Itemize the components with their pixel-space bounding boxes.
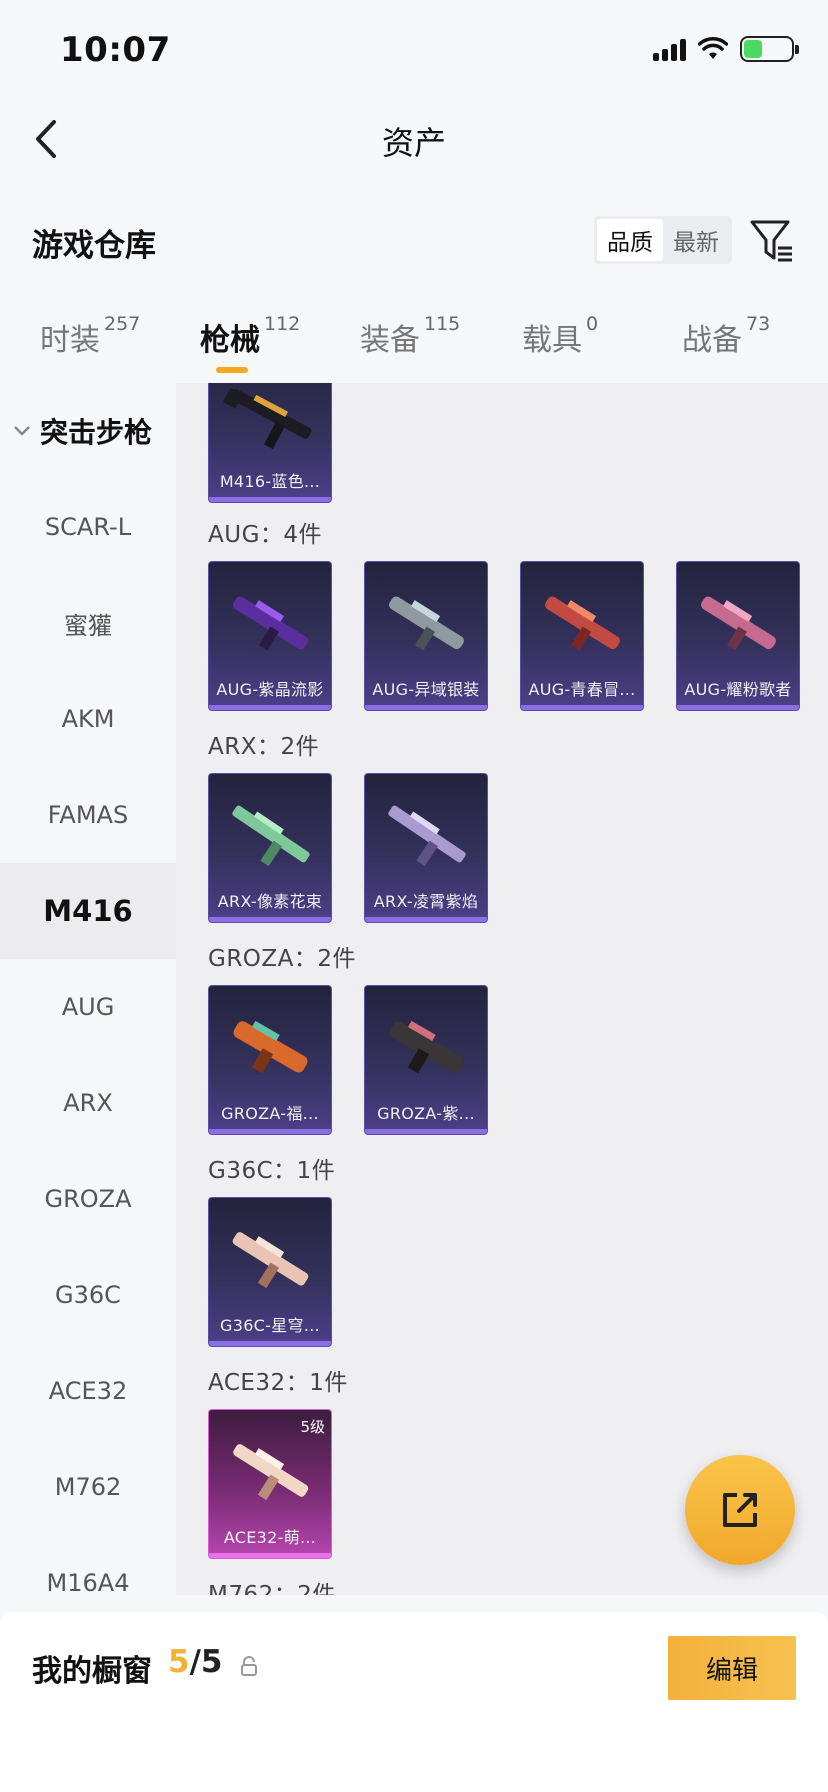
rifle-icon	[232, 1232, 309, 1289]
tab-firearms[interactable]: 枪械 112	[200, 313, 301, 359]
weapon-card-name: ACE32-萌...	[223, 1528, 317, 1547]
active-tab-indicator	[216, 367, 248, 373]
sidebar-item-famas[interactable]: FAMAS	[0, 767, 176, 863]
sort-toggle: 品质 最新	[594, 216, 732, 264]
weapon-card-name: AUG-异域银装	[372, 680, 480, 699]
tab-count: 73	[746, 313, 771, 335]
weapon-card-name: AUG-紫晶流影	[216, 680, 324, 699]
group-label-g36c: G36C：1件	[208, 1158, 336, 1184]
rifle-icon	[701, 596, 776, 651]
sort-quality-button[interactable]: 品质	[597, 219, 663, 261]
sidebar-item-aug[interactable]: AUG	[0, 959, 176, 1055]
weapon-card[interactable]: GROZA-紫...	[364, 985, 488, 1135]
weapon-card[interactable]: ARX-凌霄紫焰	[364, 773, 488, 923]
rifle-icon	[222, 387, 312, 449]
sidebar-item-m416[interactable]: M416	[0, 863, 176, 959]
rifle-icon	[389, 1020, 464, 1074]
header: 资产	[0, 96, 828, 184]
status-time: 10:07	[60, 30, 171, 70]
sidebar-item-groza[interactable]: GROZA	[0, 1151, 176, 1247]
weapon-card-name: AUG-青春冒...	[528, 680, 636, 699]
weapon-card-name: ARX-像素花束	[217, 892, 323, 911]
tab-count: 112	[264, 313, 301, 335]
tab-label: 载具	[522, 323, 582, 358]
showcase-total: /5	[189, 1644, 223, 1680]
tab-count: 257	[104, 313, 141, 335]
weapon-card[interactable]: AUG-紫晶流影	[208, 561, 332, 711]
tab-supplies[interactable]: 战备 73	[682, 313, 771, 359]
rifle-icon	[388, 805, 466, 867]
tab-label: 战备	[682, 323, 742, 358]
signal-icon	[653, 37, 686, 61]
battery-icon	[740, 36, 799, 62]
sidebar-item-m16a4[interactable]: M16A4	[0, 1535, 176, 1595]
lock-icon	[241, 1656, 257, 1676]
group-label-arx: ARX：2件	[208, 734, 320, 760]
rifle-icon	[545, 596, 620, 651]
group-label-aug: AUG：4件	[208, 522, 323, 548]
weapon-card[interactable]: AUG-青春冒...	[520, 561, 644, 711]
weapon-card-name: GROZA-福...	[221, 1104, 319, 1123]
chevron-down-icon	[14, 426, 30, 436]
weapon-card[interactable]: M416-蓝色...	[208, 383, 332, 503]
status-bar: 10:07	[0, 0, 828, 96]
weapon-card-name: GROZA-紫...	[377, 1104, 475, 1123]
weapon-card-name: ARX-凌霄紫焰	[373, 892, 479, 911]
showcase-count: 5/5	[168, 1644, 222, 1680]
weapon-card-name: AUG-耀粉歌者	[684, 680, 792, 699]
share-icon	[723, 1493, 757, 1527]
sidebar-group-label: 突击步枪	[40, 416, 153, 449]
tab-count: 115	[424, 313, 461, 335]
showcase-current: 5	[168, 1644, 190, 1680]
group-label-ace32: ACE32：1件	[208, 1370, 348, 1396]
tab-label: 装备	[360, 323, 420, 358]
weapon-card[interactable]: ARX-像素花束	[208, 773, 332, 923]
showcase-panel: 我的橱窗 5/5 编辑	[0, 1612, 828, 1792]
tab-equipment[interactable]: 装备 115	[360, 313, 461, 359]
rifle-icon	[389, 596, 464, 651]
filter-icon[interactable]	[750, 218, 794, 262]
weapon-card[interactable]: G36C-星穹...	[208, 1197, 332, 1347]
weapon-card[interactable]: AUG-耀粉歌者	[676, 561, 800, 711]
share-button[interactable]	[685, 1455, 795, 1565]
sidebar-item-m762[interactable]: M762	[0, 1439, 176, 1535]
sidebar-group-assault-rifles[interactable]: 突击步枪	[0, 383, 176, 479]
sidebar-item-g36c[interactable]: G36C	[0, 1247, 176, 1343]
tab-label: 时装	[40, 323, 100, 358]
status-icons	[653, 36, 799, 62]
weapon-card[interactable]: 5级 ACE32-萌...	[208, 1409, 332, 1559]
weapon-card[interactable]: GROZA-福...	[208, 985, 332, 1135]
edit-button[interactable]: 编辑	[668, 1636, 796, 1700]
wifi-icon	[698, 37, 728, 59]
weapon-sidebar: 突击步枪 SCAR-L 蜜獾 AKM FAMAS M416 AUG ARX GR…	[0, 383, 176, 1595]
tab-count: 0	[586, 313, 599, 335]
rifle-icon	[233, 1020, 308, 1074]
page-title: 资产	[381, 124, 446, 162]
weapon-card[interactable]: AUG-异域银装	[364, 561, 488, 711]
rifle-icon	[233, 1444, 309, 1501]
tab-vehicles[interactable]: 载具 0	[522, 313, 599, 359]
weapon-card-name: G36C-星穹...	[220, 1316, 320, 1335]
group-label-m762: M762：2件	[208, 1582, 336, 1595]
sidebar-item-honey-badger[interactable]: 蜜獾	[0, 575, 176, 671]
category-tabs: 时装 257 枪械 112 装备 115 载具 0 战备 73	[0, 305, 828, 375]
showcase-label: 我的橱窗	[32, 1654, 152, 1689]
warehouse-row: 游戏仓库 品质 最新	[0, 210, 828, 270]
sidebar-item-ace32[interactable]: ACE32	[0, 1343, 176, 1439]
rifle-icon	[232, 805, 310, 867]
sidebar-item-scar-l[interactable]: SCAR-L	[0, 479, 176, 575]
sidebar-item-akm[interactable]: AKM	[0, 671, 176, 767]
weapon-grid: M416-蓝色... AUG：4件 AUG-紫晶流影 AUG-异域银装 AUG-…	[176, 383, 828, 1595]
tab-label: 枪械	[200, 323, 260, 358]
warehouse-title: 游戏仓库	[32, 228, 156, 264]
sort-newest-button[interactable]: 最新	[663, 219, 729, 261]
sidebar-item-arx[interactable]: ARX	[0, 1055, 176, 1151]
weapon-card-name: M416-蓝色...	[219, 472, 321, 491]
tab-fashion[interactable]: 时装 257	[40, 313, 141, 359]
group-label-groza: GROZA：2件	[208, 946, 357, 972]
rifle-icon	[233, 596, 308, 651]
